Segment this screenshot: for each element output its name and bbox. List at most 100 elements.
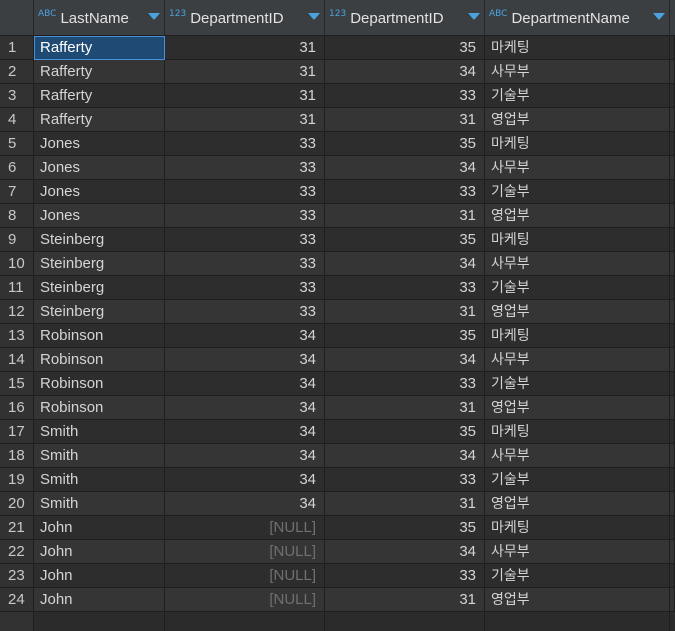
table-row[interactable]: 14 Robinson 34 34 사무부 [0, 348, 675, 372]
row-number[interactable]: 23 [0, 564, 34, 588]
table-row[interactable]: 4 Rafferty 31 31 영업부 [0, 108, 675, 132]
column-header-departmentname[interactable]: ABC DepartmentName [485, 0, 670, 36]
cell-departmentid-2[interactable]: 35 [325, 132, 485, 156]
table-row[interactable]: 13 Robinson 34 35 마케팅 [0, 324, 675, 348]
cell-departmentname[interactable]: 기술부 [485, 276, 670, 300]
row-number[interactable]: 20 [0, 492, 34, 516]
column-header-departmentid-2[interactable]: 123 DepartmentID [325, 0, 485, 36]
cell-lastname[interactable]: Steinberg [34, 252, 165, 276]
row-number-header[interactable] [0, 0, 34, 36]
table-row[interactable]: 10 Steinberg 33 34 사무부 [0, 252, 675, 276]
cell-lastname[interactable]: Jones [34, 180, 165, 204]
cell-departmentid-2[interactable]: 34 [325, 444, 485, 468]
cell-departmentname[interactable]: 기술부 [485, 84, 670, 108]
cell-departmentname[interactable]: 기술부 [485, 564, 670, 588]
row-number[interactable]: 12 [0, 300, 34, 324]
row-number[interactable]: 1 [0, 36, 34, 60]
cell-departmentid[interactable]: [NULL] [165, 564, 325, 588]
row-number[interactable]: 2 [0, 60, 34, 84]
row-number[interactable]: 11 [0, 276, 34, 300]
cell-departmentname[interactable]: 영업부 [485, 108, 670, 132]
cell-departmentid[interactable]: 34 [165, 468, 325, 492]
table-row[interactable]: 16 Robinson 34 31 영업부 [0, 396, 675, 420]
cell-departmentname[interactable]: 사무부 [485, 252, 670, 276]
table-row[interactable]: 21 John [NULL] 35 마케팅 [0, 516, 675, 540]
column-header-departmentid[interactable]: 123 DepartmentID [165, 0, 325, 36]
cell-departmentname[interactable]: 마케팅 [485, 132, 670, 156]
row-number[interactable]: 5 [0, 132, 34, 156]
cell-departmentid-2[interactable]: 31 [325, 108, 485, 132]
cell-departmentid-2[interactable]: 33 [325, 276, 485, 300]
cell-departmentid-2[interactable]: 31 [325, 204, 485, 228]
row-number[interactable]: 6 [0, 156, 34, 180]
cell-lastname[interactable]: John [34, 540, 165, 564]
table-row[interactable]: 7 Jones 33 33 기술부 [0, 180, 675, 204]
sort-dropdown-icon[interactable] [148, 13, 160, 20]
row-number[interactable]: 17 [0, 420, 34, 444]
cell-departmentid-2[interactable]: 33 [325, 372, 485, 396]
cell-lastname[interactable]: Rafferty [34, 36, 165, 60]
cell-departmentid[interactable]: 31 [165, 108, 325, 132]
cell-departmentid-2[interactable]: 31 [325, 300, 485, 324]
cell-departmentid[interactable]: 34 [165, 348, 325, 372]
cell-departmentname[interactable]: 마케팅 [485, 36, 670, 60]
cell-departmentname[interactable]: 기술부 [485, 180, 670, 204]
cell-lastname[interactable]: Smith [34, 492, 165, 516]
cell-departmentname[interactable]: 사무부 [485, 156, 670, 180]
cell-departmentid[interactable]: 31 [165, 84, 325, 108]
table-row[interactable]: 12 Steinberg 33 31 영업부 [0, 300, 675, 324]
table-row[interactable]: 17 Smith 34 35 마케팅 [0, 420, 675, 444]
table-row[interactable]: 15 Robinson 34 33 기술부 [0, 372, 675, 396]
cell-departmentid-2[interactable]: 34 [325, 540, 485, 564]
cell-departmentid[interactable]: 33 [165, 300, 325, 324]
cell-lastname[interactable]: Jones [34, 132, 165, 156]
cell-lastname[interactable]: Smith [34, 444, 165, 468]
row-number[interactable]: 16 [0, 396, 34, 420]
table-row[interactable]: 3 Rafferty 31 33 기술부 [0, 84, 675, 108]
cell-departmentname[interactable]: 영업부 [485, 204, 670, 228]
cell-departmentid-2[interactable]: 35 [325, 420, 485, 444]
cell-departmentid[interactable]: 34 [165, 420, 325, 444]
cell-departmentid-2[interactable]: 34 [325, 252, 485, 276]
cell-lastname[interactable]: Rafferty [34, 60, 165, 84]
cell-lastname[interactable]: Steinberg [34, 228, 165, 252]
table-row[interactable]: 2 Rafferty 31 34 사무부 [0, 60, 675, 84]
sort-dropdown-icon[interactable] [653, 13, 665, 20]
cell-departmentid[interactable]: 31 [165, 36, 325, 60]
cell-departmentid-2[interactable]: 33 [325, 180, 485, 204]
cell-departmentid[interactable]: [NULL] [165, 588, 325, 612]
cell-lastname[interactable]: Rafferty [34, 108, 165, 132]
row-number[interactable]: 18 [0, 444, 34, 468]
row-number[interactable]: 8 [0, 204, 34, 228]
cell-departmentid[interactable]: [NULL] [165, 540, 325, 564]
cell-departmentid-2[interactable]: 35 [325, 324, 485, 348]
row-number[interactable]: 10 [0, 252, 34, 276]
cell-departmentname[interactable]: 기술부 [485, 468, 670, 492]
table-row[interactable]: 19 Smith 34 33 기술부 [0, 468, 675, 492]
cell-departmentid[interactable]: 34 [165, 492, 325, 516]
cell-departmentid-2[interactable]: 31 [325, 492, 485, 516]
cell-lastname[interactable]: Robinson [34, 372, 165, 396]
cell-lastname[interactable]: Steinberg [34, 300, 165, 324]
cell-lastname[interactable]: John [34, 564, 165, 588]
row-number[interactable]: 13 [0, 324, 34, 348]
cell-departmentid-2[interactable]: 34 [325, 60, 485, 84]
cell-lastname[interactable]: Robinson [34, 348, 165, 372]
cell-departmentname[interactable]: 사무부 [485, 348, 670, 372]
sort-dropdown-icon[interactable] [468, 13, 480, 20]
table-row[interactable]: 20 Smith 34 31 영업부 [0, 492, 675, 516]
cell-departmentid-2[interactable]: 34 [325, 348, 485, 372]
cell-departmentname[interactable]: 마케팅 [485, 228, 670, 252]
table-row[interactable]: 6 Jones 33 34 사무부 [0, 156, 675, 180]
cell-lastname[interactable]: Robinson [34, 324, 165, 348]
table-row[interactable]: 9 Steinberg 33 35 마케팅 [0, 228, 675, 252]
table-row[interactable]: 23 John [NULL] 33 기술부 [0, 564, 675, 588]
sort-dropdown-icon[interactable] [308, 13, 320, 20]
cell-lastname[interactable]: Steinberg [34, 276, 165, 300]
row-number[interactable]: 7 [0, 180, 34, 204]
cell-departmentid[interactable]: 34 [165, 444, 325, 468]
table-row[interactable]: 18 Smith 34 34 사무부 [0, 444, 675, 468]
cell-departmentname[interactable]: 마케팅 [485, 516, 670, 540]
row-number[interactable]: 21 [0, 516, 34, 540]
cell-departmentid-2[interactable]: 35 [325, 228, 485, 252]
